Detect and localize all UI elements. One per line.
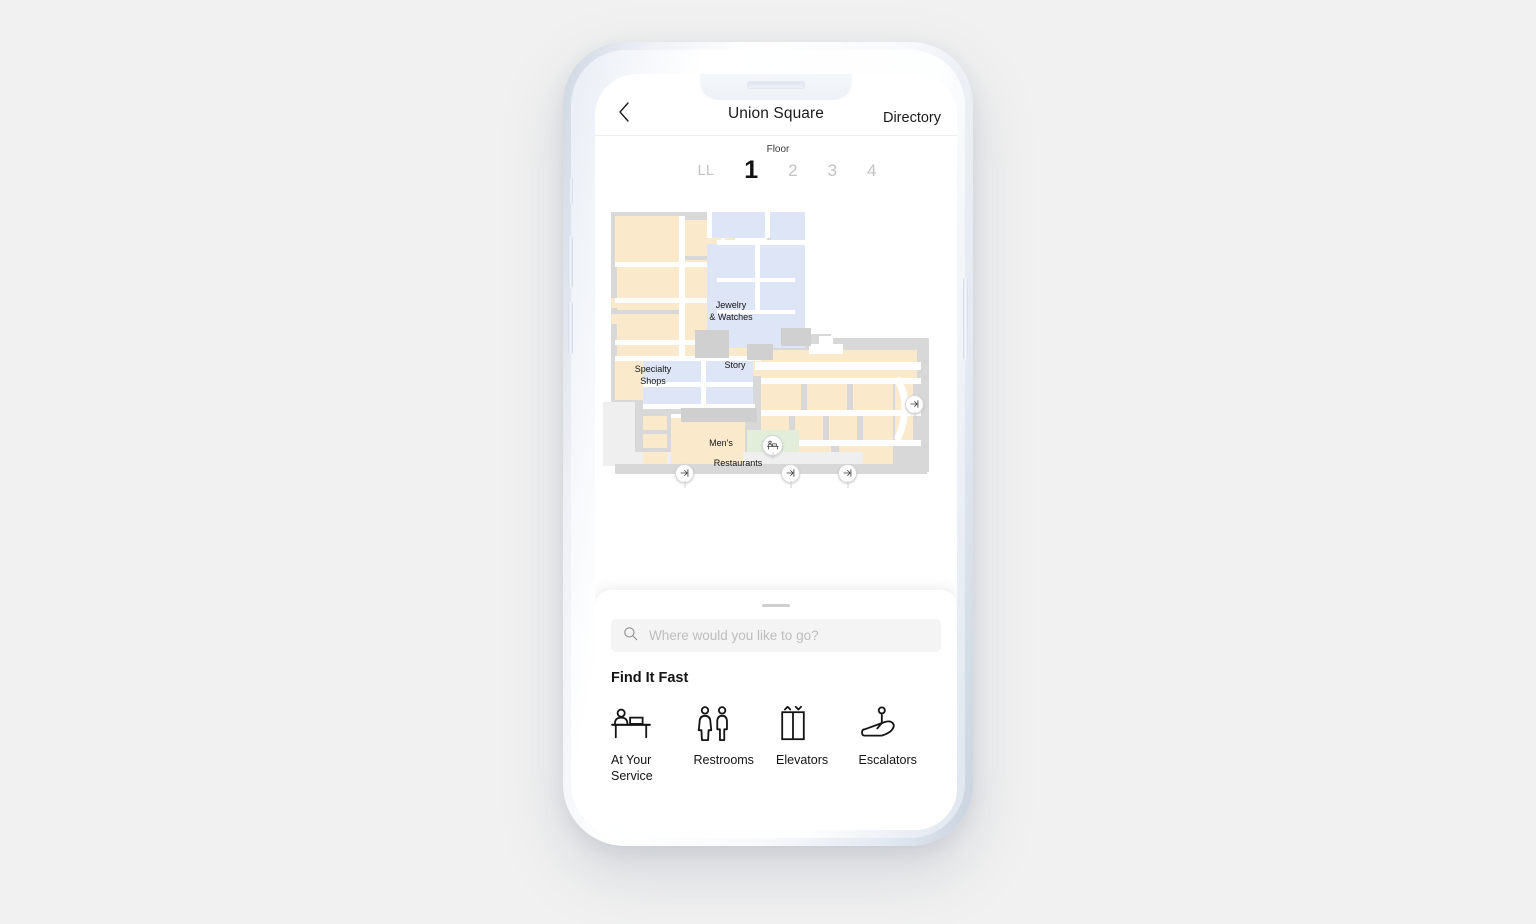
exit-icon xyxy=(909,396,920,414)
service-desk-pin[interactable] xyxy=(762,435,783,456)
quick-link-label: Escalators xyxy=(858,753,917,767)
quick-link-label: Elevators xyxy=(776,753,829,767)
app-screen: Union Square Directory Floor LL 1 2 3 4 xyxy=(595,74,957,830)
exit-pin-south-center[interactable] xyxy=(781,464,800,483)
bottom-sheet: Find It Fast xyxy=(595,590,957,830)
volume-up-button[interactable] xyxy=(568,236,573,288)
exit-pin-east[interactable] xyxy=(905,395,924,414)
earpiece-speaker xyxy=(747,81,805,89)
directory-button[interactable]: Directory xyxy=(883,110,941,126)
quick-links-row: At Your Service Restrooms Elevators Esca… xyxy=(611,704,941,784)
volume-down-button[interactable] xyxy=(568,302,573,354)
search-icon xyxy=(623,626,638,646)
mute-switch-button[interactable] xyxy=(569,178,573,204)
phone-screen-bezel: Union Square Directory Floor LL 1 2 3 4 xyxy=(595,74,957,830)
screenshot-canvas: Union Square Directory Floor LL 1 2 3 4 xyxy=(0,0,1536,924)
phone-device-frame: Union Square Directory Floor LL 1 2 3 4 xyxy=(563,42,973,846)
chevron-left-icon xyxy=(618,101,630,127)
map-block-jewelry-watches xyxy=(707,212,807,348)
elevator-icon xyxy=(776,704,859,742)
exit-icon xyxy=(679,465,690,483)
service-desk-icon xyxy=(611,704,694,742)
exit-pin-southwest[interactable] xyxy=(675,464,694,483)
search-input[interactable] xyxy=(647,627,929,644)
phone-notch xyxy=(700,74,852,100)
quick-link-escalators[interactable]: Escalators xyxy=(859,704,942,784)
exit-icon xyxy=(842,465,853,483)
floor-caption: Floor xyxy=(766,144,790,155)
back-button[interactable] xyxy=(611,101,637,127)
floor-selector: Floor LL 1 2 3 4 xyxy=(595,136,957,202)
floor-item-4[interactable]: 4 xyxy=(867,162,876,179)
exit-icon xyxy=(785,465,796,483)
quick-link-restrooms[interactable]: Restrooms xyxy=(694,704,777,784)
floor-item-2[interactable]: 2 xyxy=(788,162,797,179)
quick-link-at-your-service[interactable]: At Your Service xyxy=(611,704,694,784)
service-desk-icon xyxy=(766,437,779,455)
power-button[interactable] xyxy=(963,278,968,360)
quick-link-elevators[interactable]: Elevators xyxy=(776,704,859,784)
floor-item-3[interactable]: 3 xyxy=(828,162,837,179)
search-bar[interactable] xyxy=(611,619,941,652)
floor-item-ll[interactable]: LL xyxy=(698,163,715,178)
sheet-grabber-handle[interactable] xyxy=(762,604,790,607)
exit-pin-south-east[interactable] xyxy=(838,464,857,483)
map-block-specialty-shops xyxy=(643,356,755,409)
quick-link-label: Restrooms xyxy=(693,753,754,767)
phone-frame-inner: Union Square Directory Floor LL 1 2 3 4 xyxy=(568,50,968,838)
floor-item-1[interactable]: 1 xyxy=(744,158,758,183)
quick-link-label: At Your Service xyxy=(611,753,653,783)
restrooms-icon xyxy=(694,704,777,742)
escalator-icon xyxy=(859,704,942,742)
mall-map[interactable]: Jewelry & Watches Specialty Shops Story … xyxy=(595,202,957,590)
find-it-fast-heading: Find It Fast xyxy=(611,670,689,686)
floor-list: LL 1 2 3 4 xyxy=(595,158,957,183)
map-floorplan-svg xyxy=(603,212,929,474)
